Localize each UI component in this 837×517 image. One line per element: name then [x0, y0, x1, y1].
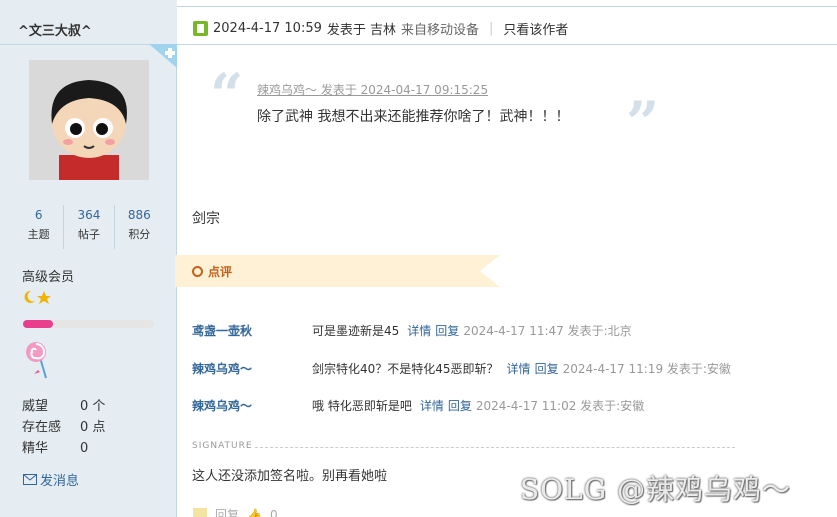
- divider: [177, 6, 837, 7]
- comment-user[interactable]: 辣鸡乌鸡～: [192, 397, 302, 414]
- username[interactable]: ^文三大叔^: [18, 20, 92, 39]
- comment-line: 可是墨迹新是45 详情 回复 2024-4-17 11:47 发表于:北京: [312, 322, 632, 339]
- detail-link[interactable]: 详情: [407, 324, 431, 338]
- comment-time: 2024-4-17 11:02 发表于:安徽: [475, 398, 645, 413]
- stat-label: 主题: [27, 228, 50, 241]
- quote-open-icon: “: [210, 61, 244, 129]
- comment-user[interactable]: 辣鸡乌鸡～: [192, 360, 302, 377]
- reply-link[interactable]: 回复: [435, 324, 459, 338]
- comment-line: 剑宗特化40？不是特化45恶即斩？ 详情 回复 2024-4-17 11:19 发表于…: [312, 360, 731, 377]
- lollipop-medal-icon[interactable]: [24, 340, 50, 380]
- reply-icon[interactable]: [193, 507, 207, 517]
- stat-value: 6: [34, 208, 43, 222]
- comment-line: 哦 特化恶即斩是吧 详情 回复 2024-4-17 11:02 发表于:安徽: [312, 397, 644, 414]
- sidebar-header: ^文三大叔^: [0, 0, 177, 44]
- online-corner-icon: [149, 44, 177, 68]
- profile-value: 0 个: [80, 399, 106, 414]
- profile-value: 0 点: [80, 420, 106, 435]
- quote-author-link[interactable]: 辣鸡乌鸡～ 发表于 2024-04-17 09:15:25: [257, 81, 488, 98]
- signature-text: 这人还没添加签名啦。别再看她啦: [192, 469, 388, 484]
- post-actions: 回复 👍 0: [193, 506, 278, 517]
- reply-link[interactable]: 回复: [535, 362, 559, 376]
- rank-level-icons: [22, 290, 52, 308]
- post-status-icon: [193, 21, 208, 36]
- signature-label: SIGNATURE: [192, 441, 253, 451]
- stat-value: 886: [127, 208, 151, 222]
- profile-row: 威望 0 个: [22, 396, 105, 417]
- stat-credits[interactable]: 886 积分: [113, 205, 164, 249]
- quote-close-icon: ”: [626, 89, 660, 157]
- comment-text: 可是墨迹新是45: [312, 323, 400, 338]
- moon-star-icon: [24, 290, 51, 304]
- profile-row: 精华 0: [22, 438, 105, 459]
- thumb-up-icon[interactable]: 👍: [247, 508, 262, 517]
- post-location: 发表于 吉林: [326, 23, 397, 38]
- profile-value: 0: [80, 441, 89, 456]
- only-author-link[interactable]: 只看该作者: [503, 19, 568, 38]
- separator: |: [489, 21, 494, 36]
- watermark: SOLG @辣鸡乌鸡～: [520, 473, 791, 506]
- quote-text: 除了武神 我想不出来还能推荐你啥了！武神！！！: [257, 109, 570, 125]
- stat-posts[interactable]: 364 帖子: [63, 205, 113, 249]
- reply-button[interactable]: 回复: [215, 506, 239, 517]
- divider: [177, 44, 837, 45]
- comment-time: 2024-4-17 11:19 发表于:安徽: [562, 361, 731, 376]
- avatar-image: [29, 60, 149, 180]
- detail-link[interactable]: 详情: [507, 362, 531, 376]
- send-message-link[interactable]: 发消息: [23, 470, 79, 489]
- post-date: 2024-4-17 10:59: [213, 21, 322, 36]
- profile-label: 精华: [22, 441, 49, 456]
- mail-icon: [23, 474, 37, 485]
- detail-link[interactable]: 详情: [420, 399, 444, 413]
- stat-value: 364: [77, 208, 101, 222]
- like-count: 0: [269, 507, 278, 517]
- user-stats: 6 主题 364 帖子 886 积分: [14, 205, 164, 249]
- stat-label: 积分: [128, 228, 151, 241]
- level-progress-fill: [23, 320, 54, 328]
- review-label: 点评: [208, 265, 233, 279]
- circle-icon: [192, 266, 203, 277]
- comment-text: 剑宗特化40？不是特化45恶即斩？: [312, 361, 499, 376]
- profile-info: 威望 0 个 存在感 0 点 精华 0: [22, 396, 105, 459]
- user-rank[interactable]: 高级会员: [22, 266, 74, 285]
- profile-row: 存在感 0 点: [22, 417, 105, 438]
- level-progress-bar: [23, 320, 154, 328]
- post-device: 来自移动设备: [401, 23, 480, 38]
- stat-threads[interactable]: 6 主题: [14, 205, 63, 249]
- post-meta: 2024-4-17 10:59 发表于 吉林 来自移动设备 | 只看该作者: [193, 19, 568, 38]
- user-sidebar: ^文三大叔^ 6 主题 364 帖子 886 积分 高级会员 威望 0 个 存在…: [0, 0, 177, 517]
- profile-label: 威望: [22, 399, 49, 414]
- stat-label: 帖子: [77, 228, 100, 241]
- comment-text: 哦 特化恶即斩是吧: [312, 398, 412, 413]
- post-body: 剑宗: [192, 211, 220, 227]
- send-message-label: 发消息: [40, 474, 80, 489]
- profile-label: 存在感: [22, 420, 62, 435]
- signature-divider: [255, 447, 735, 448]
- comment-user[interactable]: 鸢盏一壶秋: [192, 322, 302, 339]
- review-header: 点评: [192, 263, 232, 280]
- reply-link[interactable]: 回复: [448, 399, 472, 413]
- avatar[interactable]: [29, 60, 149, 180]
- comment-time: 2024-4-17 11:47 发表于:北京: [463, 323, 632, 338]
